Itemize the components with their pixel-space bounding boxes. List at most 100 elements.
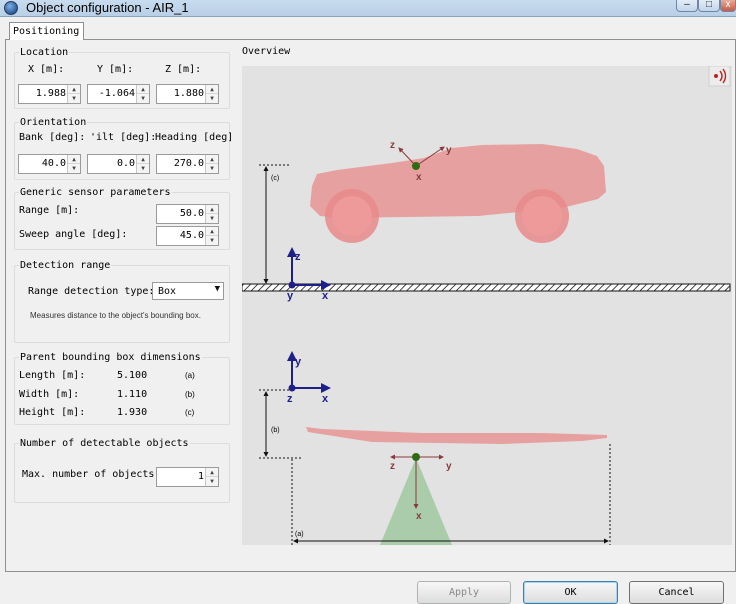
spin-up-icon[interactable]: ▲ bbox=[206, 205, 218, 214]
range-value: 50.0 bbox=[179, 208, 204, 219]
width-tag: (b) bbox=[185, 390, 195, 399]
max-objects-value: 1 bbox=[197, 471, 204, 482]
detectable-objects-title: Number of detectable objects bbox=[19, 438, 190, 449]
length-tag: (a) bbox=[185, 371, 195, 380]
width-label: Width [m]: bbox=[19, 389, 80, 400]
tab-positioning[interactable]: Positioning bbox=[9, 22, 84, 40]
sensor-top-x-label: x bbox=[416, 511, 422, 522]
radar-signal-icon[interactable] bbox=[708, 65, 731, 87]
bank-value: 40.0 bbox=[41, 158, 66, 169]
overview-title: Overview bbox=[242, 46, 291, 57]
parent-bbox-title: Parent bounding box dimensions bbox=[19, 352, 202, 363]
heading-label: Heading [deg] bbox=[155, 132, 234, 143]
bank-label: Bank [deg]: bbox=[19, 132, 86, 143]
side-z-axis-label: z bbox=[295, 251, 301, 263]
world-axes-side: z y x bbox=[287, 247, 331, 302]
orientation-title: Orientation bbox=[19, 117, 88, 128]
y-label: Y [m]: bbox=[97, 64, 134, 75]
close-button[interactable]: x bbox=[720, 0, 736, 12]
spin-up-icon[interactable]: ▲ bbox=[137, 155, 149, 164]
sensor-side-y-label: y bbox=[446, 145, 452, 156]
heading-value: 270.0 bbox=[173, 158, 204, 169]
sensor-top-y-label: y bbox=[446, 461, 452, 472]
detection-range-note: Measures distance to the object's boundi… bbox=[30, 311, 201, 320]
location-y-value: -1.064 bbox=[98, 88, 135, 99]
spin-up-icon[interactable]: ▲ bbox=[206, 227, 218, 236]
length-value: 5.100 bbox=[117, 370, 148, 381]
overview-canvas: (c) z y x z y x y z x (b) z y x (a) bbox=[241, 65, 732, 545]
spin-up-icon[interactable]: ▲ bbox=[206, 155, 218, 164]
sensor-top-z-label: z bbox=[390, 461, 395, 472]
detection-range-group: Detection range Range detection type: Bo… bbox=[14, 260, 230, 343]
detection-range-title: Detection range bbox=[19, 260, 112, 271]
tilt-label: 'ilt [deg]: bbox=[90, 132, 157, 143]
side-y-axis-label: y bbox=[287, 290, 294, 302]
spin-up-icon[interactable]: ▲ bbox=[68, 155, 80, 164]
heading-input[interactable]: 270.0 ▲ ▼ bbox=[156, 154, 219, 174]
width-value: 1.110 bbox=[117, 389, 148, 400]
length-dimension: (a) bbox=[291, 444, 611, 545]
title-bar: Object configuration - AIR_1 – □ x bbox=[0, 0, 736, 17]
range-detection-type-select[interactable]: Box ▼ bbox=[152, 282, 224, 300]
location-z-value: 1.880 bbox=[173, 88, 204, 99]
x-label: X [m]: bbox=[28, 64, 65, 75]
spin-down-icon[interactable]: ▼ bbox=[137, 164, 149, 173]
max-objects-label: Max. number of objects bbox=[22, 469, 155, 480]
length-label: Length [m]: bbox=[19, 370, 86, 381]
location-x-value: 1.988 bbox=[35, 88, 66, 99]
sweep-angle-value: 45.0 bbox=[179, 230, 204, 241]
width-dimension: (b) bbox=[259, 389, 302, 459]
dim-b-label: (b) bbox=[271, 427, 280, 434]
spin-down-icon[interactable]: ▼ bbox=[206, 477, 218, 486]
top-z-axis-label: z bbox=[287, 393, 293, 405]
location-y-input[interactable]: -1.064 ▲ ▼ bbox=[87, 84, 150, 104]
spin-down-icon[interactable]: ▼ bbox=[206, 236, 218, 245]
spin-down-icon[interactable]: ▼ bbox=[206, 94, 218, 103]
spin-down-icon[interactable]: ▼ bbox=[68, 164, 80, 173]
tilt-input[interactable]: 0.0 ▲ ▼ bbox=[87, 154, 150, 174]
spin-down-icon[interactable]: ▼ bbox=[206, 214, 218, 223]
dim-a-label: (a) bbox=[295, 531, 304, 538]
spin-up-icon[interactable]: ▲ bbox=[137, 85, 149, 94]
z-label: Z [m]: bbox=[165, 64, 202, 75]
world-axes-top: y z x bbox=[287, 351, 331, 405]
sweep-angle-input[interactable]: 45.0 ▲ ▼ bbox=[156, 226, 219, 246]
car-top-view bbox=[306, 427, 607, 444]
location-title: Location bbox=[19, 47, 70, 58]
dim-c-label: (c) bbox=[271, 175, 279, 182]
location-x-input[interactable]: 1.988 ▲ ▼ bbox=[18, 84, 81, 104]
height-value: 1.930 bbox=[117, 407, 148, 418]
chevron-down-icon: ▼ bbox=[214, 284, 220, 294]
maximize-button[interactable]: □ bbox=[698, 0, 720, 12]
spin-up-icon[interactable]: ▲ bbox=[206, 468, 218, 477]
app-globe-icon bbox=[4, 1, 18, 15]
spin-up-icon[interactable]: ▲ bbox=[68, 85, 80, 94]
location-z-input[interactable]: 1.880 ▲ ▼ bbox=[156, 84, 219, 104]
apply-button[interactable]: Apply bbox=[417, 581, 511, 604]
ok-button[interactable]: OK bbox=[523, 581, 618, 604]
spin-down-icon[interactable]: ▼ bbox=[137, 94, 149, 103]
height-dimension: (c) bbox=[259, 164, 290, 284]
detectable-objects-group: Number of detectable objects Max. number… bbox=[14, 438, 230, 503]
overview-diagram: (c) z y x z y x y z x (b) z y x (a) bbox=[241, 65, 731, 545]
parent-bbox-group: Parent bounding box dimensions Length [m… bbox=[14, 352, 230, 425]
spin-down-icon[interactable]: ▼ bbox=[68, 94, 80, 103]
range-input[interactable]: 50.0 ▲ ▼ bbox=[156, 204, 219, 224]
range-label: Range [m]: bbox=[19, 205, 80, 216]
generic-sensor-group: Generic sensor parameters Range [m]: 50.… bbox=[14, 187, 230, 250]
spin-up-icon[interactable]: ▲ bbox=[206, 85, 218, 94]
range-detection-type-value: Box bbox=[158, 286, 177, 297]
cancel-button[interactable]: Cancel bbox=[629, 581, 724, 604]
max-objects-input[interactable]: 1 ▲ ▼ bbox=[156, 467, 219, 487]
height-tag: (c) bbox=[185, 408, 195, 417]
minimize-button[interactable]: – bbox=[676, 0, 698, 12]
height-label: Height [m]: bbox=[19, 407, 86, 418]
side-x-axis-label: x bbox=[322, 290, 329, 302]
spin-down-icon[interactable]: ▼ bbox=[206, 164, 218, 173]
bank-input[interactable]: 40.0 ▲ ▼ bbox=[18, 154, 81, 174]
car-side-view bbox=[310, 144, 606, 243]
window-title: Object configuration - AIR_1 bbox=[26, 0, 189, 15]
sensor-side-z-label: z bbox=[390, 140, 395, 151]
location-group: Location X [m]: Y [m]: Z [m]: 1.988 ▲ ▼ -… bbox=[14, 47, 230, 109]
top-x-axis-label: x bbox=[322, 393, 329, 405]
